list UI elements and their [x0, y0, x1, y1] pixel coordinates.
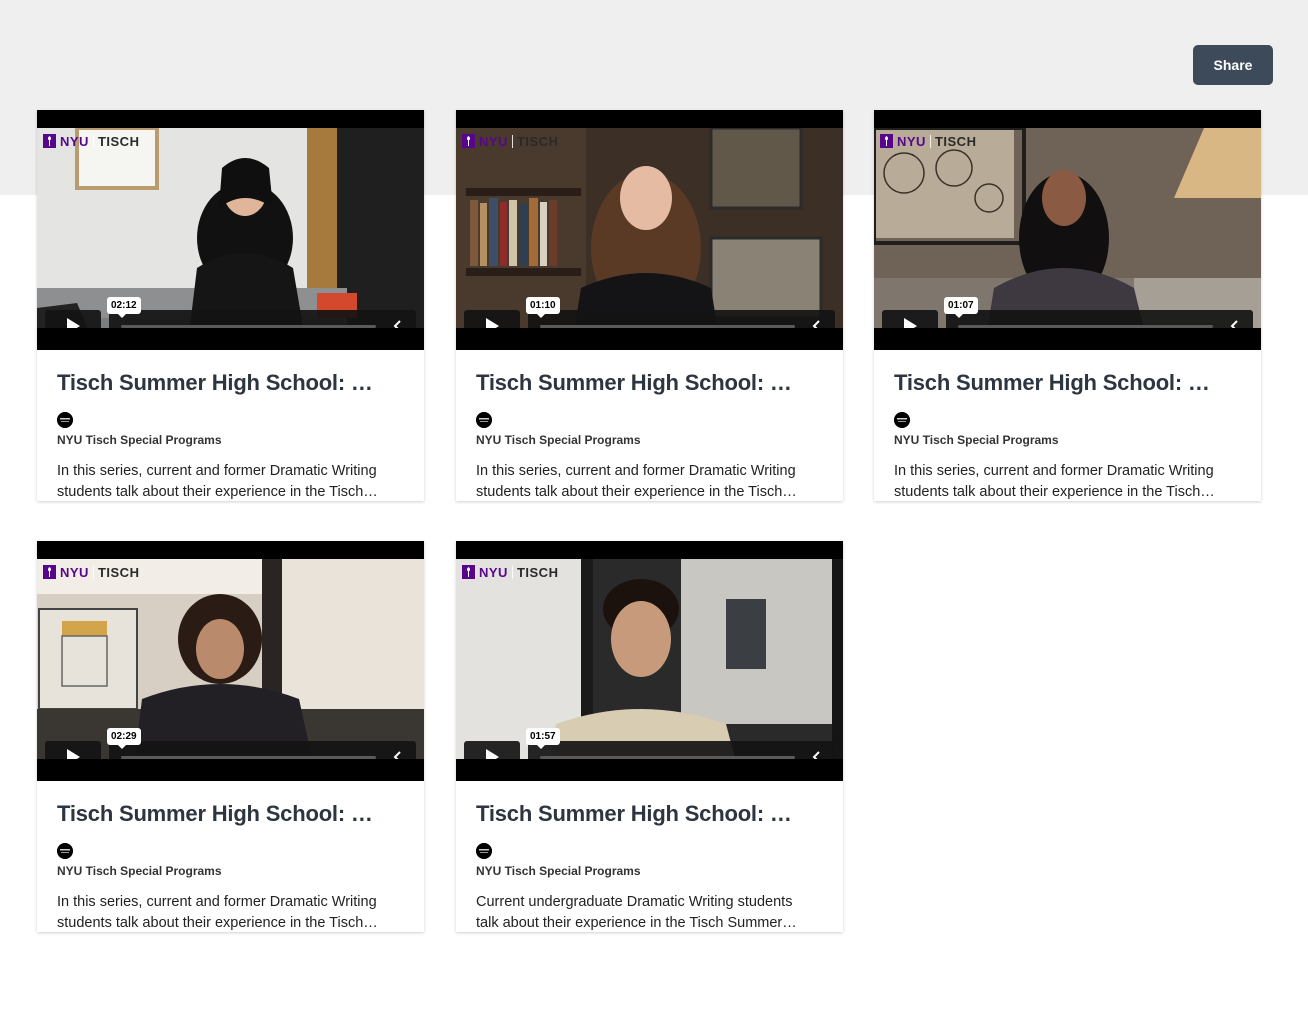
video-title[interactable]: Tisch Summer High School: …: [476, 370, 826, 396]
nyu-tisch-logo: NYU TISCH: [880, 133, 976, 149]
duration-badge: 01:10: [526, 297, 560, 318]
channel-avatar[interactable]: [476, 843, 492, 859]
channel-avatar[interactable]: [57, 412, 73, 428]
video-card[interactable]: NYU TISCH 01:57 Tisch Summer High School…: [456, 541, 843, 932]
torch-icon: [462, 565, 475, 579]
avatar-icon: [894, 412, 910, 428]
channel-avatar[interactable]: [57, 843, 73, 859]
video-player[interactable]: NYU TISCH 02:12: [37, 110, 424, 350]
nyu-tisch-logo: NYU TISCH: [462, 564, 558, 580]
avatar-icon: [57, 843, 73, 859]
video-player[interactable]: NYU TISCH 01:10: [456, 110, 843, 350]
duration-badge: 02:12: [107, 297, 141, 318]
video-title[interactable]: Tisch Summer High School: …: [894, 370, 1244, 396]
video-title[interactable]: Tisch Summer High School: …: [476, 801, 826, 827]
video-card[interactable]: NYU TISCH 01:07 Tisch Summer High School…: [874, 110, 1261, 501]
channel-name[interactable]: NYU Tisch Special Programs: [894, 433, 1059, 447]
video-description: Current undergraduate Dramatic Writing s…: [476, 894, 797, 931]
nyu-tisch-logo: NYU TISCH: [462, 133, 558, 149]
video-player[interactable]: NYU TISCH 01:07: [874, 110, 1261, 350]
duration-badge: 02:29: [107, 728, 141, 749]
video-card[interactable]: NYU TISCH 02:12 Tisch Summer High School…: [37, 110, 424, 501]
torch-icon: [462, 134, 475, 148]
video-card[interactable]: NYU TISCH 01:10 Tisch Summer High School…: [456, 110, 843, 501]
channel-name[interactable]: NYU Tisch Special Programs: [57, 433, 222, 447]
channel-name[interactable]: NYU Tisch Special Programs: [476, 864, 641, 878]
duration-badge: 01:57: [526, 728, 560, 749]
torch-icon: [43, 134, 56, 148]
channel-name[interactable]: NYU Tisch Special Programs: [476, 433, 641, 447]
channel-avatar[interactable]: [476, 412, 492, 428]
video-title[interactable]: Tisch Summer High School: …: [57, 370, 407, 396]
avatar-icon: [57, 412, 73, 428]
video-title[interactable]: Tisch Summer High School: …: [57, 801, 407, 827]
avatar-icon: [476, 843, 492, 859]
nyu-tisch-logo: NYU TISCH: [43, 564, 139, 580]
torch-icon: [43, 565, 56, 579]
share-button[interactable]: Share: [1193, 45, 1273, 85]
video-card[interactable]: NYU TISCH 02:29 Tisch Summer High School…: [37, 541, 424, 932]
avatar-icon: [476, 412, 492, 428]
video-player[interactable]: NYU TISCH 01:57: [456, 541, 843, 781]
video-description: In this series, current and former Drama…: [57, 894, 378, 931]
video-description: In this series, current and former Drama…: [476, 463, 797, 500]
torch-icon: [880, 134, 893, 148]
nyu-tisch-logo: NYU TISCH: [43, 133, 139, 149]
duration-badge: 01:07: [944, 297, 978, 318]
channel-name[interactable]: NYU Tisch Special Programs: [57, 864, 222, 878]
video-description: In this series, current and former Drama…: [57, 463, 378, 500]
video-player[interactable]: NYU TISCH 02:29: [37, 541, 424, 781]
channel-avatar[interactable]: [894, 412, 910, 428]
video-description: In this series, current and former Drama…: [894, 463, 1215, 500]
